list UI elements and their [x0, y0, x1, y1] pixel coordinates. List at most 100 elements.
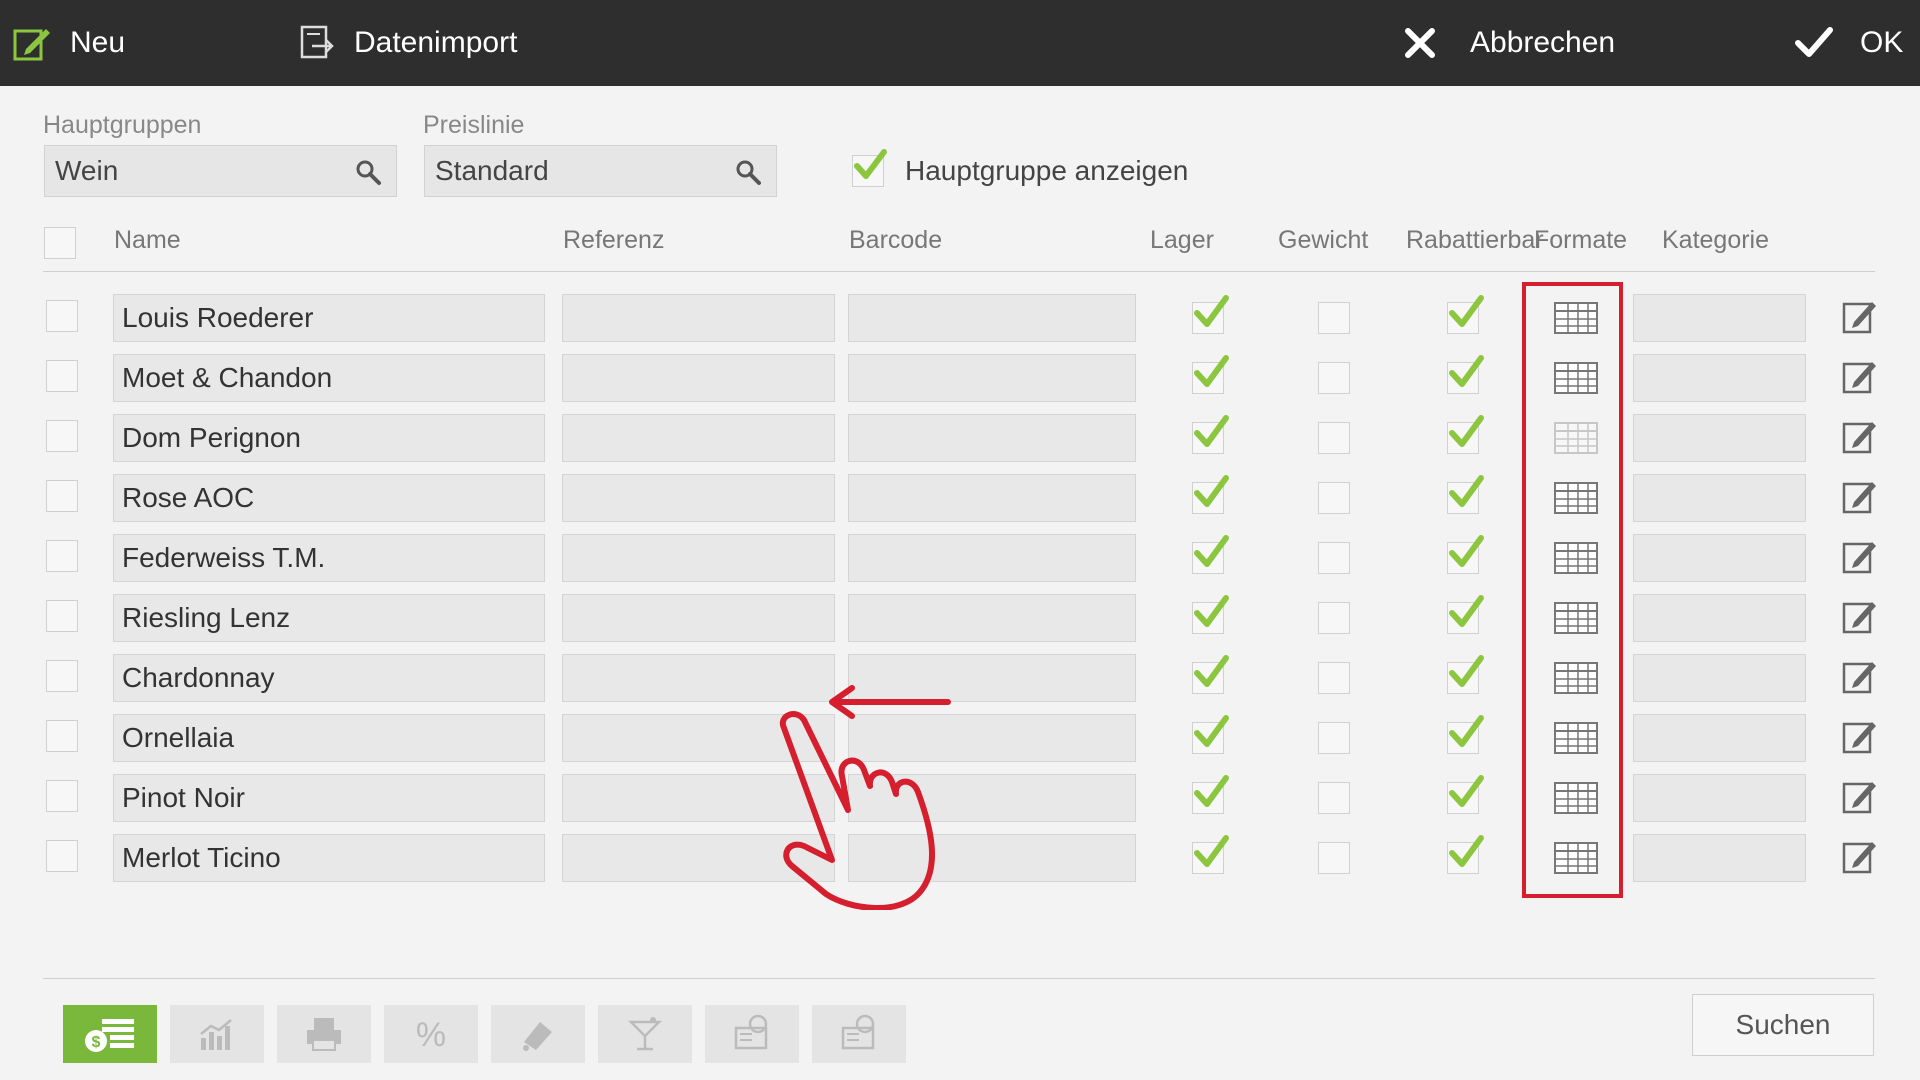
name-cell[interactable]: Riesling Lenz	[113, 594, 545, 642]
referenz-cell[interactable]	[562, 294, 835, 342]
referenz-cell[interactable]	[562, 354, 835, 402]
name-cell[interactable]: Federweiss T.M.	[113, 534, 545, 582]
lager-checkbox[interactable]	[1192, 595, 1229, 634]
name-cell[interactable]: Rose AOC	[113, 474, 545, 522]
ok-button[interactable]: OK	[1794, 0, 1903, 86]
rabattierbar-checkbox[interactable]	[1447, 475, 1484, 514]
lager-checkbox[interactable]	[1192, 535, 1229, 574]
name-cell[interactable]: Louis Roederer	[113, 294, 545, 342]
preislinie-search[interactable]: Standard	[424, 145, 777, 197]
edit-row-button[interactable]	[1842, 358, 1878, 399]
kategorie-cell[interactable]	[1633, 774, 1806, 822]
lager-checkbox[interactable]	[1192, 415, 1229, 454]
name-cell[interactable]: Dom Perignon	[113, 414, 545, 462]
barcode-cell[interactable]	[848, 294, 1136, 342]
name-cell[interactable]: Pinot Noir	[113, 774, 545, 822]
edit-row-button[interactable]	[1842, 418, 1878, 459]
referenz-cell[interactable]	[562, 414, 835, 462]
barcode-cell[interactable]	[848, 594, 1136, 642]
row-select-checkbox[interactable]	[46, 660, 78, 692]
footer-tab-printer[interactable]	[277, 1005, 371, 1063]
lager-checkbox[interactable]	[1192, 775, 1229, 814]
column-header-gewicht[interactable]: Gewicht	[1278, 226, 1368, 255]
edit-row-button[interactable]	[1842, 478, 1878, 519]
edit-row-button[interactable]	[1842, 598, 1878, 639]
footer-tab-price-list[interactable]: $	[63, 1005, 157, 1063]
cancel-button[interactable]: Abbrechen	[1402, 0, 1615, 86]
edit-row-button[interactable]	[1842, 298, 1878, 339]
row-select-checkbox[interactable]	[46, 540, 78, 572]
search-icon[interactable]	[354, 158, 382, 186]
rabattierbar-checkbox[interactable]	[1447, 535, 1484, 574]
rabattierbar-checkbox[interactable]	[1447, 715, 1484, 754]
row-select-checkbox[interactable]	[46, 780, 78, 812]
gewicht-checkbox[interactable]	[1318, 662, 1350, 694]
column-header-name[interactable]: Name	[114, 226, 181, 255]
row-select-checkbox[interactable]	[46, 720, 78, 752]
lager-checkbox[interactable]	[1192, 475, 1229, 514]
column-header-formate[interactable]: Formate	[1534, 226, 1627, 255]
barcode-cell[interactable]	[848, 354, 1136, 402]
lager-checkbox[interactable]	[1192, 655, 1229, 694]
search-icon[interactable]	[734, 158, 762, 186]
kategorie-cell[interactable]	[1633, 834, 1806, 882]
column-header-barcode[interactable]: Barcode	[849, 226, 942, 255]
column-header-lager[interactable]: Lager	[1150, 226, 1214, 255]
rabattierbar-checkbox[interactable]	[1447, 655, 1484, 694]
hauptgruppen-search[interactable]: Wein	[44, 145, 397, 197]
kategorie-cell[interactable]	[1633, 594, 1806, 642]
kategorie-cell[interactable]	[1633, 294, 1806, 342]
gewicht-checkbox[interactable]	[1318, 302, 1350, 334]
gewicht-checkbox[interactable]	[1318, 482, 1350, 514]
gewicht-checkbox[interactable]	[1318, 362, 1350, 394]
column-header-rabattierbar[interactable]: Rabattierbar	[1406, 226, 1544, 255]
lager-checkbox[interactable]	[1192, 715, 1229, 754]
barcode-cell[interactable]	[848, 534, 1136, 582]
lager-checkbox[interactable]	[1192, 355, 1229, 394]
footer-tab-chart[interactable]	[170, 1005, 264, 1063]
footer-tab-cash-register[interactable]	[705, 1005, 799, 1063]
footer-tab-cocktail[interactable]	[598, 1005, 692, 1063]
gewicht-checkbox[interactable]	[1318, 602, 1350, 634]
name-cell[interactable]: Ornellaia	[113, 714, 545, 762]
row-select-checkbox[interactable]	[46, 300, 78, 332]
edit-row-button[interactable]	[1842, 778, 1878, 819]
edit-row-button[interactable]	[1842, 718, 1878, 759]
show-group-checkbox[interactable]	[852, 149, 887, 187]
referenz-cell[interactable]	[562, 594, 835, 642]
name-cell[interactable]: Chardonnay	[113, 654, 545, 702]
row-select-checkbox[interactable]	[46, 420, 78, 452]
kategorie-cell[interactable]	[1633, 474, 1806, 522]
edit-row-button[interactable]	[1842, 658, 1878, 699]
name-cell[interactable]: Moet & Chandon	[113, 354, 545, 402]
kategorie-cell[interactable]	[1633, 354, 1806, 402]
edit-row-button[interactable]	[1842, 538, 1878, 579]
gewicht-checkbox[interactable]	[1318, 542, 1350, 574]
row-select-checkbox[interactable]	[46, 840, 78, 872]
referenz-cell[interactable]	[562, 534, 835, 582]
kategorie-cell[interactable]	[1633, 414, 1806, 462]
rabattierbar-checkbox[interactable]	[1447, 355, 1484, 394]
barcode-cell[interactable]	[848, 474, 1136, 522]
rabattierbar-checkbox[interactable]	[1447, 415, 1484, 454]
column-header-kategorie[interactable]: Kategorie	[1662, 226, 1769, 255]
referenz-cell[interactable]	[562, 474, 835, 522]
gewicht-checkbox[interactable]	[1318, 842, 1350, 874]
column-header-referenz[interactable]: Referenz	[563, 226, 664, 255]
rabattierbar-checkbox[interactable]	[1447, 835, 1484, 874]
kategorie-cell[interactable]	[1633, 654, 1806, 702]
new-button[interactable]: Neu	[12, 0, 125, 86]
lager-checkbox[interactable]	[1192, 835, 1229, 874]
gewicht-checkbox[interactable]	[1318, 422, 1350, 454]
kategorie-cell[interactable]	[1633, 534, 1806, 582]
search-button[interactable]: Suchen	[1692, 994, 1874, 1056]
import-button[interactable]: Datenimport	[298, 0, 517, 86]
name-cell[interactable]: Merlot Ticino	[113, 834, 545, 882]
footer-tab-percent[interactable]: %	[384, 1005, 478, 1063]
row-select-checkbox[interactable]	[46, 480, 78, 512]
rabattierbar-checkbox[interactable]	[1447, 295, 1484, 334]
row-select-checkbox[interactable]	[46, 360, 78, 392]
footer-tab-eraser[interactable]	[491, 1005, 585, 1063]
rabattierbar-checkbox[interactable]	[1447, 595, 1484, 634]
barcode-cell[interactable]	[848, 414, 1136, 462]
